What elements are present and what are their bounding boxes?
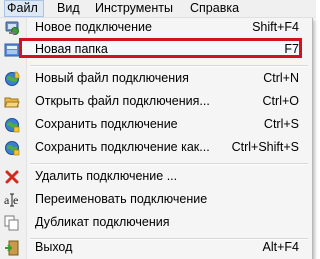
menu-item-shortcut: Ctrl+Shift+S <box>231 140 299 154</box>
new-folder-icon <box>4 43 20 57</box>
menu-item-save-connection-as[interactable]: Сохранить подключение как... Ctrl+Shift+… <box>0 137 310 159</box>
menu-separator <box>30 163 308 165</box>
globe-save-icon <box>5 118 20 133</box>
menu-item-label: Удалить подключение ... <box>35 169 178 183</box>
menu-item-shortcut: Alt+F4 <box>262 240 299 254</box>
svg-text:e: e <box>13 193 18 207</box>
globe-new-file-icon <box>5 71 20 86</box>
globe-save-as-icon <box>5 141 20 156</box>
menu-item-new-connection[interactable]: Новое подключение Shift+F4 <box>0 17 310 39</box>
exit-icon <box>5 240 19 256</box>
svg-text:a: a <box>4 193 10 207</box>
menu-file[interactable]: Файл <box>4 0 44 17</box>
menu-item-label: Открыть файл подключения... <box>35 94 210 108</box>
rename-icon: a e <box>4 193 18 207</box>
delete-icon <box>5 170 19 184</box>
open-folder-icon <box>4 97 20 108</box>
menu-item-exit[interactable]: Выход Alt+F4 <box>0 237 310 259</box>
menu-item-duplicate-connection[interactable]: Дубликат подключения <box>0 212 310 234</box>
menu-bar: Файл Вид Инструменты Справка <box>0 0 316 18</box>
menu-view[interactable]: Вид <box>55 0 82 17</box>
menu-item-delete-connection[interactable]: Удалить подключение ... <box>0 166 310 188</box>
menu-item-rename-connection[interactable]: a e Переименовать подключение <box>0 189 310 211</box>
menu-item-save-connection[interactable]: Сохранить подключение Ctrl+S <box>0 114 310 136</box>
menu-item-label: Новое подключение <box>35 20 152 34</box>
menu-item-label: Сохранить подключение <box>35 117 178 131</box>
menu-item-label: Сохранить подключение как... <box>35 140 210 154</box>
menu-item-label: Выход <box>35 240 73 254</box>
menu-item-shortcut: Ctrl+N <box>263 71 299 85</box>
file-menu-dropdown: Новое подключение Shift+F4 Новая папка F… <box>0 18 313 259</box>
menu-item-shortcut: Ctrl+S <box>263 117 299 131</box>
menu-item-label: Новая папка <box>35 42 108 56</box>
menu-item-label: Новый файл подключения <box>35 71 189 85</box>
new-connection-icon <box>5 21 19 35</box>
menu-item-new-folder[interactable]: Новая папка F7 <box>0 39 310 61</box>
menu-item-new-connection-file[interactable]: Новый файл подключения Ctrl+N <box>0 68 310 90</box>
menu-help[interactable]: Справка <box>188 0 241 17</box>
menu-tools[interactable]: Инструменты <box>93 0 175 17</box>
menu-item-shortcut: Shift+F4 <box>252 20 299 34</box>
menu-item-label: Дубликат подключения <box>35 215 170 229</box>
menu-item-shortcut: F7 <box>284 42 299 56</box>
menu-item-shortcut: Ctrl+O <box>262 94 299 108</box>
menu-item-label: Переименовать подключение <box>35 192 208 206</box>
menu-separator <box>30 65 308 67</box>
duplicate-icon <box>4 215 19 231</box>
menu-item-open-connection-file[interactable]: Открыть файл подключения... Ctrl+O <box>0 91 310 113</box>
